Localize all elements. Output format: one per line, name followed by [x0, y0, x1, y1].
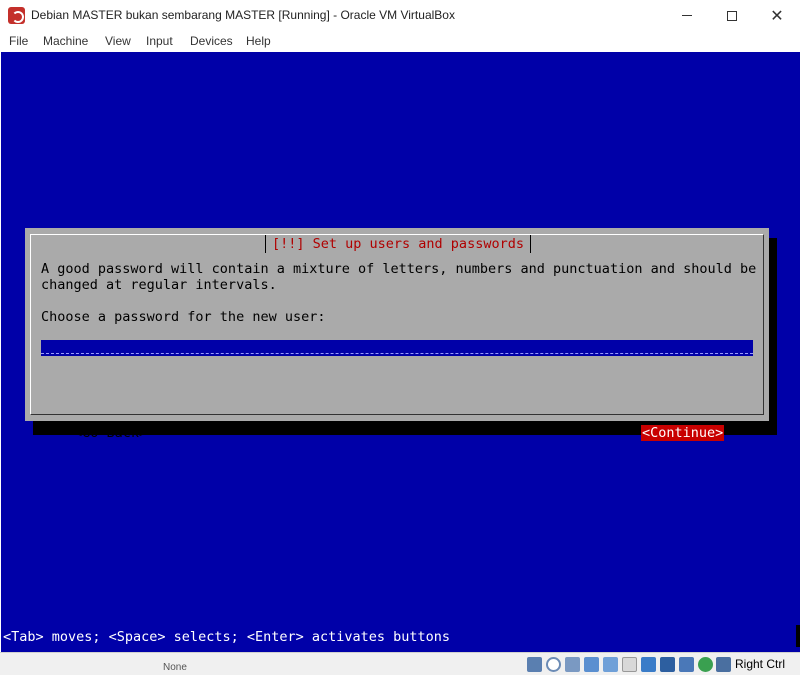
menu-file[interactable]: File: [9, 34, 28, 48]
dialog-message-line-1: A good password will contain a mixture o…: [41, 261, 757, 277]
menu-input[interactable]: Input: [146, 34, 173, 48]
minimize-icon: [682, 15, 692, 16]
shared-folders-icon[interactable]: [622, 657, 637, 672]
password-prompt: Choose a password for the new user:: [41, 309, 326, 325]
go-back-button[interactable]: <Go Back>: [74, 425, 147, 441]
window-title: Debian MASTER bukan sembarang MASTER [Ru…: [31, 8, 455, 22]
menu-view[interactable]: View: [105, 34, 131, 48]
vm-display[interactable]: [!!] Set up users and passwords A good p…: [1, 52, 800, 652]
dialog-title-box: [!!] Set up users and passwords: [265, 235, 531, 253]
window-titlebar: Debian MASTER bukan sembarang MASTER [Ru…: [0, 0, 800, 31]
usb-icon[interactable]: [603, 657, 618, 672]
menu-devices[interactable]: Devices: [190, 34, 233, 48]
menu-help[interactable]: Help: [246, 34, 271, 48]
close-icon: ✕: [770, 5, 784, 25]
continue-button[interactable]: <Continue>: [641, 425, 725, 441]
input-underline: [41, 353, 753, 354]
virtualbox-app-icon: [8, 7, 25, 24]
maximize-button[interactable]: [709, 0, 755, 31]
minimize-button[interactable]: [664, 0, 710, 31]
hard-disk-icon[interactable]: [527, 657, 542, 672]
dialog-message-line-2: changed at regular intervals.: [41, 277, 277, 293]
cpu-icon[interactable]: [679, 657, 694, 672]
keyboard-help-line: <Tab> moves; <Space> selects; <Enter> ac…: [3, 629, 451, 645]
host-key-label: Right Ctrl: [735, 657, 786, 671]
vbox-status-bar: None Right Ctrl: [0, 652, 800, 675]
maximize-icon: [727, 10, 737, 21]
installer-dialog: [!!] Set up users and passwords A good p…: [25, 228, 769, 441]
optical-drive-icon[interactable]: [546, 657, 561, 672]
menu-bar: File Machine View Input Devices Help: [0, 31, 800, 52]
status-left-text: None: [163, 662, 187, 673]
menu-machine[interactable]: Machine: [43, 34, 88, 48]
screen-edge-artifact: [796, 625, 800, 647]
dialog-title: [!!] Set up users and passwords: [272, 236, 524, 252]
keyboard-capture-icon[interactable]: [716, 657, 731, 672]
audio-icon[interactable]: [565, 657, 580, 672]
video-capture-icon[interactable]: [660, 657, 675, 672]
password-input[interactable]: *********: [41, 340, 753, 356]
mouse-integration-icon[interactable]: [698, 657, 713, 672]
network-icon[interactable]: [584, 657, 599, 672]
close-button[interactable]: ✕: [754, 0, 800, 31]
display-icon[interactable]: [641, 657, 656, 672]
